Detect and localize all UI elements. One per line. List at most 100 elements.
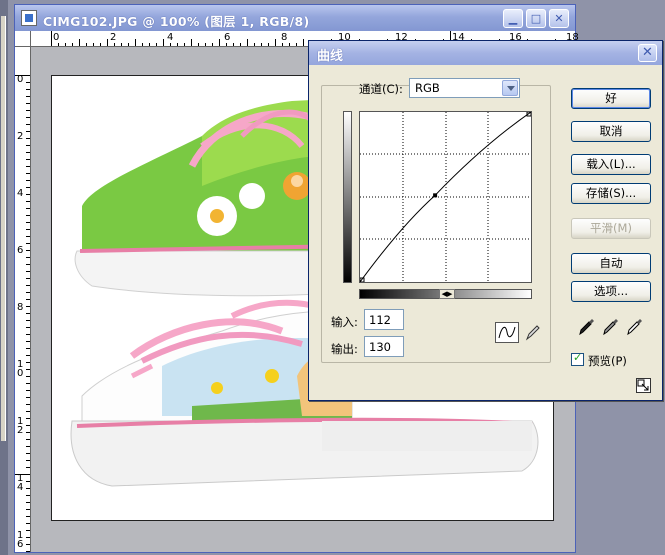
expand-arrow-icon [637,379,649,391]
ruler-tick [128,43,129,46]
ruler-tick [26,439,30,440]
maximize-button[interactable]: □ [526,9,546,28]
ruler-corner[interactable] [15,31,31,47]
ruler-tick [26,236,30,237]
input-label: 输入: [331,315,358,329]
ruler-tick [26,376,30,377]
ruler-tick [191,39,192,46]
options-button[interactable]: 选项... [571,281,651,302]
ruler-tick [26,124,30,125]
curves-dialog: 曲线 ✕ 通道(C): RGB ◀▶ 输入: 112 输出: 130 好 取消 … [308,40,663,401]
auto-button[interactable]: 自动 [571,253,651,274]
curves-plot[interactable] [359,111,532,283]
ruler-tick [26,194,30,195]
ruler-tick [26,103,30,104]
ruler-left-label: 2 [17,131,24,142]
gradient-toggle-button[interactable]: ◀▶ [439,289,455,299]
chevron-down-icon[interactable] [502,80,518,96]
curves-close-button[interactable]: ✕ [638,44,657,62]
curve-control-point[interactable] [433,193,438,198]
channel-label: 通道(C): [359,82,403,96]
ruler-tick [26,222,30,223]
ruler-tick [26,138,30,139]
ruler-tick [205,43,206,46]
ruler-tick [26,89,30,90]
expand-dialog-icon[interactable] [636,378,651,393]
ruler-tick [233,43,234,46]
output-field[interactable]: 130 [364,336,404,357]
ruler-tick [26,292,30,293]
ruler-tick [219,39,220,46]
ruler-tick [86,43,87,46]
ruler-tick [289,43,290,46]
smooth-button[interactable]: 平滑(M) [571,218,651,239]
gray-eyedropper-icon[interactable] [601,315,621,337]
ruler-tick [26,257,30,258]
black-eyedropper-icon[interactable] [577,315,597,337]
ruler-tick [26,425,30,426]
input-gradient-bar: ◀▶ [359,289,532,299]
ruler-tick [26,544,30,545]
ruler-tick [51,31,52,46]
ruler-tick [156,43,157,46]
load-button[interactable]: 载入(L)... [571,154,651,175]
ruler-left-label: 6 [17,245,24,256]
ruler-left-label: 1 6 [17,530,24,550]
ruler-top-label: 6 [224,32,231,43]
ruler-tick [26,460,30,461]
ruler-tick [26,229,30,230]
ruler-left-label: 1 4 [17,473,24,493]
ruler-tick [26,334,30,335]
ruler-tick [26,467,30,468]
photoshop-doc-icon [21,10,37,26]
save-button[interactable]: 存储(S)... [571,183,651,204]
pencil-tool-button[interactable] [523,322,543,343]
ruler-tick [26,264,30,265]
ruler-tick [26,145,30,146]
ruler-tick [26,250,30,251]
ruler-tick [212,43,213,46]
ruler-tick [26,446,30,447]
ruler-tick [26,397,30,398]
ruler-tick [149,43,150,46]
left-panel-strip [0,0,8,555]
ruler-left-label: 1 2 [17,416,24,436]
curve-tool-button[interactable] [495,322,519,343]
image-window-titlebar[interactable]: CIMG102.JPG @ 100% (图层 1, RGB/8) ▁ □ ✕ [15,5,575,31]
ruler-tick [268,43,269,46]
curves-graph[interactable] [359,111,532,283]
ruler-tick [26,215,30,216]
ruler-tick [26,180,30,181]
ruler-tick [282,43,283,46]
ruler-tick [26,369,30,370]
pencil-icon [525,325,540,341]
ruler-tick [26,96,30,97]
panel-scroll[interactable] [1,16,6,441]
ruler-tick [177,43,178,46]
ruler-tick [26,131,30,132]
ruler-tick [163,39,164,46]
ruler-tick [72,43,73,46]
ruler-tick [26,320,30,321]
cancel-button[interactable]: 取消 [571,121,651,142]
ruler-tick [275,39,276,46]
ruler-tick [26,327,30,328]
output-label: 输出: [331,342,358,356]
white-eyedropper-icon[interactable] [625,315,645,337]
ruler-tick [26,299,30,300]
ruler-tick [121,43,122,46]
ok-button[interactable]: 好 [571,88,651,109]
ruler-top-label: 0 [53,32,60,43]
minimize-button[interactable]: ▁ [503,9,523,28]
close-button[interactable]: ✕ [549,9,569,28]
preview-checkbox[interactable] [571,351,584,366]
ruler-tick [26,285,30,286]
ruler-tick [26,495,30,496]
vertical-ruler[interactable]: 0 2 4 6 8 1 0 1 2 1 4 1 6 [15,47,31,552]
input-field[interactable]: 112 [364,309,404,330]
ruler-tick [26,152,30,153]
ruler-tick [26,502,30,503]
curves-titlebar[interactable]: 曲线 ✕ [309,41,662,65]
channel-value: RGB [415,81,440,95]
channel-select[interactable]: RGB [409,78,520,98]
